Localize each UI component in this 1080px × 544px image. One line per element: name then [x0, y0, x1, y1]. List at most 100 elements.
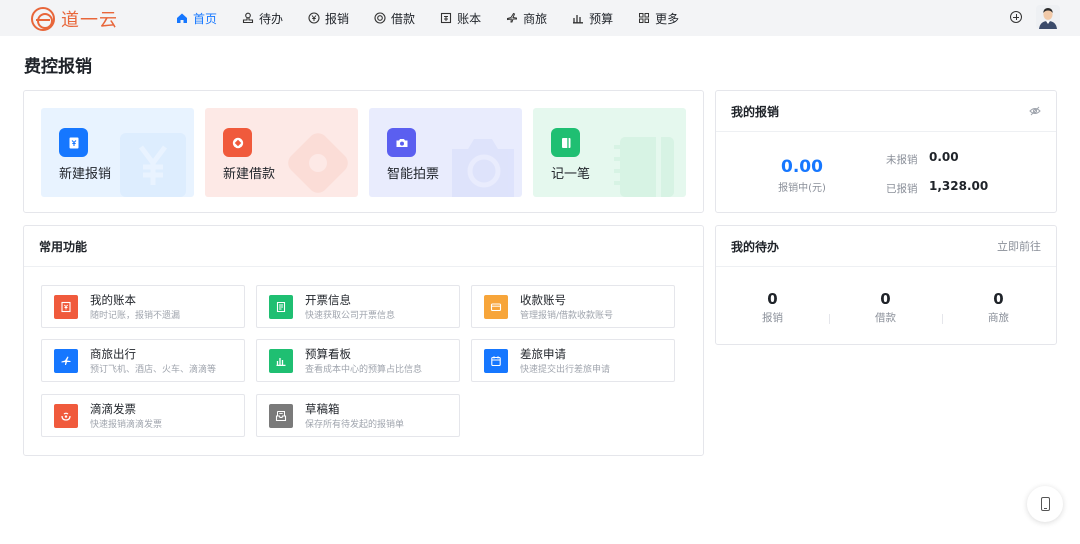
add-icon[interactable]	[1010, 11, 1022, 23]
yen-coin-icon	[308, 12, 320, 24]
ledger-icon	[54, 295, 78, 319]
yen-receipt-icon	[59, 128, 88, 157]
in-progress-label: 报销中(元)	[778, 183, 826, 194]
nav-item-loan[interactable]: 借款	[374, 0, 415, 36]
mobile-phone-icon	[1040, 497, 1050, 511]
logo-mark-icon	[31, 7, 55, 31]
todo-count: 0	[767, 290, 778, 308]
quick-action-new-reimburse[interactable]: 新建报销	[41, 108, 194, 197]
didi-icon	[54, 404, 78, 428]
home-icon	[177, 13, 187, 23]
todo-count: 0	[993, 290, 1004, 308]
page-title: 费控报销	[24, 57, 92, 77]
quick-action-label: 记一笔	[551, 167, 591, 182]
panel-title: 我的报销	[731, 104, 780, 119]
reimbursed-value: 1,328.00	[929, 179, 989, 193]
function-my-ledger[interactable]: 我的账本 随时记账，报销不遗漏	[41, 285, 245, 328]
nav-label: 报销	[325, 11, 350, 26]
brand-logo[interactable]: 道一云	[31, 6, 118, 32]
unreimbursed-label: 未报销	[886, 154, 918, 166]
notebook-icon	[551, 128, 580, 157]
draft-box-icon	[269, 404, 293, 428]
nav-label: 预算	[589, 11, 614, 26]
nav-item-budget[interactable]: 预算	[572, 0, 613, 36]
avatar[interactable]	[1036, 5, 1060, 29]
calendar-icon	[484, 349, 508, 373]
camera-icon	[387, 128, 416, 157]
function-desc: 预订飞机、酒店、火车、滴滴等	[90, 365, 217, 375]
function-title: 我的账本	[90, 293, 136, 307]
top-navigation-bar: 道一云 首页 待办 报销 借款 账本 商旅 预算 更多	[0, 0, 1080, 36]
reimbursed-label: 已报销	[886, 183, 918, 195]
user-avatar-icon	[1036, 5, 1060, 29]
function-business-travel[interactable]: 商旅出行 预订飞机、酒店、火车、滴滴等	[41, 339, 245, 382]
function-desc: 保存所有待发起的报销单	[305, 420, 405, 430]
quick-action-label: 智能拍票	[387, 167, 440, 182]
nav-item-todo[interactable]: 待办	[242, 0, 283, 36]
common-functions-panel: 常用功能 我的账本 随时记账，报销不遗漏 开票信息 快速获取公司开票信息 收款账…	[23, 225, 704, 456]
notebook-watermark-icon	[614, 137, 674, 197]
nav-label: 更多	[655, 11, 680, 26]
function-title: 开票信息	[305, 293, 351, 307]
grid-icon	[639, 13, 650, 23]
function-desc: 管理报销/借款收款账号	[520, 311, 614, 321]
function-title: 预算看板	[305, 347, 351, 361]
function-invoice-info[interactable]: 开票信息 快速获取公司开票信息	[256, 285, 460, 328]
function-desc: 随时记账，报销不遗漏	[90, 311, 181, 321]
quick-action-label: 新建报销	[59, 167, 112, 182]
invoice-icon	[269, 295, 293, 319]
header-actions	[1010, 5, 1060, 29]
main-nav: 首页 待办 报销 借款 账本 商旅 预算 更多	[176, 0, 704, 36]
function-desc: 快速获取公司开票信息	[305, 311, 396, 321]
quick-action-label: 新建借款	[223, 167, 276, 182]
loan-watermark-icon	[288, 133, 348, 193]
in-progress-amount[interactable]: 0.00	[756, 157, 848, 177]
quick-action-smart-scan[interactable]: 智能拍票	[369, 108, 522, 197]
card-icon	[484, 295, 508, 319]
mobile-floating-button[interactable]	[1027, 486, 1063, 522]
bar-chart-icon	[269, 349, 293, 373]
nav-item-more[interactable]: 更多	[638, 0, 679, 36]
function-title: 滴滴发票	[90, 402, 136, 416]
todo-item-loan[interactable]: 0 借款	[829, 290, 942, 325]
airplane-icon	[54, 349, 78, 373]
nav-item-ledger[interactable]: 账本	[440, 0, 481, 36]
function-title: 草稿箱	[305, 402, 340, 416]
function-budget-board[interactable]: 预算看板 查看成本中心的预算占比信息	[256, 339, 460, 382]
target-icon	[374, 12, 386, 24]
nav-label: 商旅	[523, 11, 548, 26]
panel-title: 我的待办	[731, 239, 780, 254]
go-now-link[interactable]: 立即前往	[997, 238, 1041, 254]
todo-label: 借款	[875, 312, 896, 324]
nav-item-travel[interactable]: 商旅	[506, 0, 547, 36]
todo-label: 商旅	[988, 312, 1009, 324]
todo-item-travel[interactable]: 0 商旅	[942, 290, 1055, 325]
nav-label: 待办	[259, 11, 284, 26]
stamp-icon	[242, 12, 254, 24]
eye-hidden-icon[interactable]	[1029, 106, 1041, 116]
brand-name: 道一云	[61, 10, 118, 31]
ledger-icon	[441, 12, 452, 24]
function-title: 差旅申请	[520, 347, 566, 361]
my-todo-panel: 我的待办 立即前往 0 报销 0 借款 0 商旅	[715, 225, 1057, 345]
todo-label: 报销	[762, 312, 783, 324]
quick-action-note[interactable]: 记一笔	[533, 108, 686, 197]
function-drafts[interactable]: 草稿箱 保存所有待发起的报销单	[256, 394, 460, 437]
function-title: 商旅出行	[90, 347, 136, 361]
function-desc: 查看成本中心的预算占比信息	[305, 365, 423, 375]
function-didi-invoice[interactable]: 滴滴发票 快速报销滴滴发票	[41, 394, 245, 437]
bar-chart-icon	[573, 15, 584, 24]
nav-item-reimburse[interactable]: 报销	[308, 0, 349, 36]
quick-action-new-loan[interactable]: 新建借款	[205, 108, 358, 197]
nav-item-home[interactable]: 首页	[176, 0, 217, 36]
function-payee-account[interactable]: 收款账号 管理报销/借款收款账号	[471, 285, 675, 328]
loan-icon	[223, 128, 252, 157]
panel-header: 我的待办 立即前往	[716, 226, 1056, 267]
function-travel-request[interactable]: 差旅申请 快速提交出行差旅申请	[471, 339, 675, 382]
airplane-icon	[507, 12, 518, 23]
todo-item-reimburse[interactable]: 0 报销	[716, 290, 829, 325]
todo-count: 0	[880, 290, 891, 308]
yen-watermark-icon	[120, 133, 186, 197]
panel-header: 我的报销	[716, 91, 1056, 132]
panel-header: 常用功能	[24, 226, 703, 267]
